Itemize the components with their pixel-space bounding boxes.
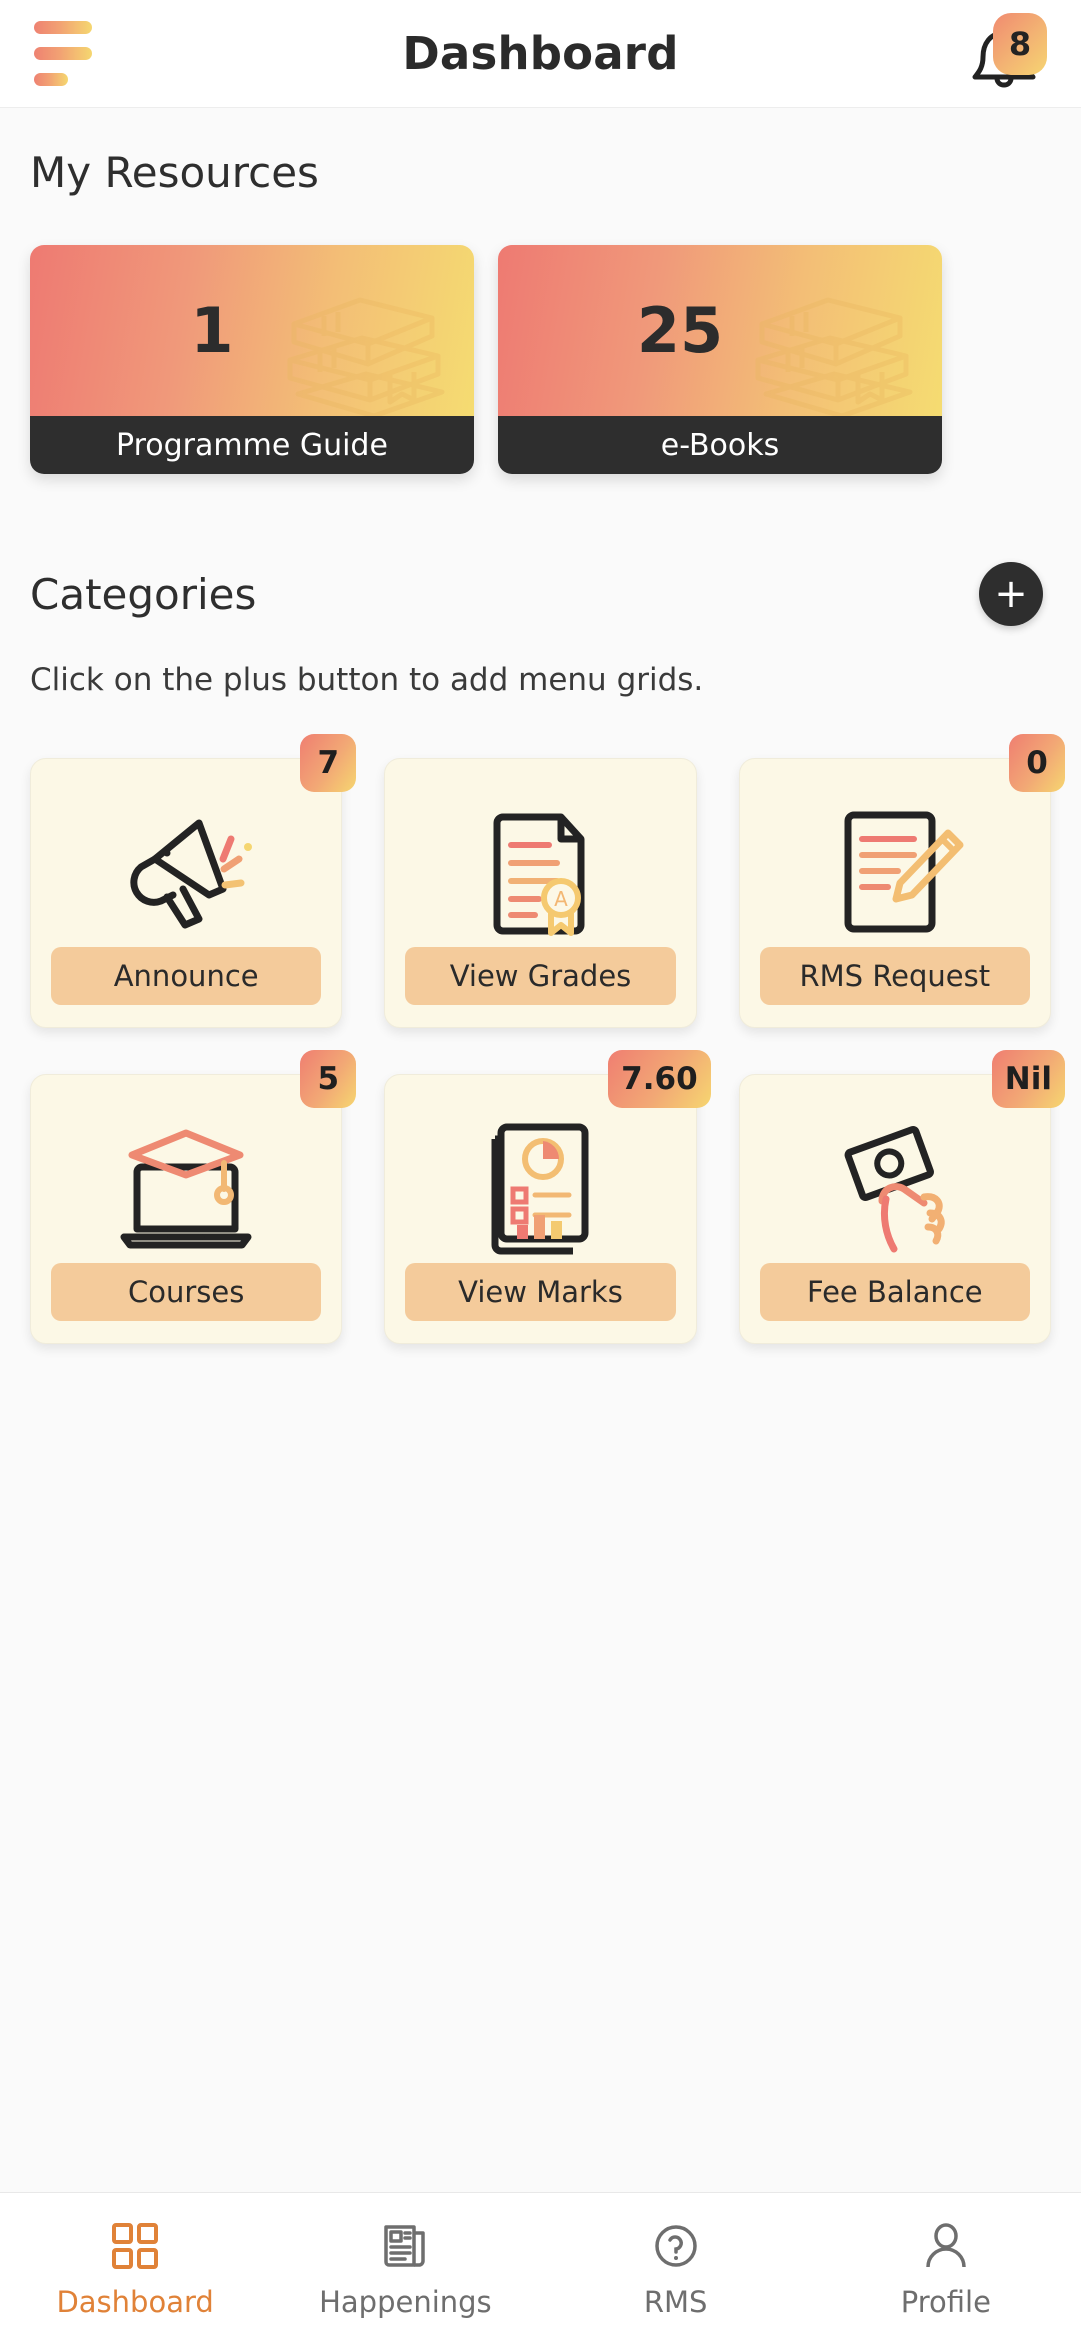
nav-item-dashboard[interactable]: Dashboard bbox=[0, 2219, 270, 2319]
category-tile-label: Announce bbox=[51, 947, 322, 1005]
category-tile-label: View Grades bbox=[405, 947, 676, 1005]
svg-text:A: A bbox=[555, 887, 569, 911]
plus-icon: + bbox=[994, 571, 1028, 617]
category-tile-wrapper: Courses 5 bbox=[30, 1050, 357, 1344]
document-award-icon: A bbox=[465, 797, 615, 947]
nav-label: Dashboard bbox=[56, 2285, 214, 2319]
nav-item-happenings[interactable]: Happenings bbox=[270, 2219, 540, 2319]
category-tile-courses[interactable]: Courses bbox=[30, 1074, 343, 1344]
categories-header: Categories + bbox=[30, 562, 1051, 626]
notifications-button[interactable]: 8 bbox=[961, 11, 1047, 97]
news-icon bbox=[384, 2225, 426, 2267]
category-tile-wrapper: RMS Request 0 bbox=[738, 734, 1065, 1028]
category-tile-view-grades[interactable]: A View Grades bbox=[384, 758, 697, 1028]
nav-item-profile[interactable]: Profile bbox=[811, 2219, 1081, 2319]
category-tile-label: Fee Balance bbox=[759, 1263, 1030, 1321]
category-tile-label: Courses bbox=[51, 1263, 322, 1321]
user-icon bbox=[926, 2223, 966, 2268]
megaphone-icon bbox=[111, 797, 261, 947]
resource-card-list: 1 Programme Guide 25 e-Books bbox=[30, 245, 1051, 474]
category-tile-fee-balance[interactable]: Fee Balance bbox=[738, 1074, 1051, 1344]
category-tile-rms-request[interactable]: RMS Request bbox=[738, 758, 1051, 1028]
category-tile-grid: Announce 7 A View Grades RMS Request 0 C… bbox=[30, 734, 1065, 1344]
resource-count: 25 bbox=[636, 294, 724, 367]
resource-card-label: e-Books bbox=[498, 416, 942, 474]
hamburger-bar bbox=[34, 21, 92, 34]
hamburger-bar bbox=[34, 73, 68, 86]
hamburger-menu-icon[interactable] bbox=[34, 21, 94, 86]
nav-label: Profile bbox=[900, 2285, 991, 2319]
notification-badge: 8 bbox=[993, 12, 1047, 75]
hand-money-icon bbox=[820, 1113, 970, 1263]
category-tile-announce[interactable]: Announce bbox=[30, 758, 343, 1028]
report-chart-icon bbox=[465, 1113, 615, 1263]
my-resources-heading: My Resources bbox=[30, 148, 319, 197]
add-menu-grid-button[interactable]: + bbox=[979, 562, 1043, 626]
categories-subtitle: Click on the plus button to add menu gri… bbox=[30, 662, 704, 698]
hamburger-bar bbox=[34, 47, 92, 60]
category-tile-label: RMS Request bbox=[759, 947, 1030, 1005]
resource-card-body: 1 bbox=[30, 245, 474, 416]
laptop-graduation-icon bbox=[106, 1113, 266, 1263]
resource-count: 1 bbox=[190, 294, 234, 367]
category-tile-view-marks[interactable]: View Marks bbox=[384, 1074, 697, 1344]
category-tile-wrapper: A View Grades bbox=[384, 758, 697, 1028]
nav-label: Happenings bbox=[319, 2285, 492, 2319]
categories-heading: Categories bbox=[30, 569, 257, 619]
app-header: Dashboard 8 bbox=[0, 0, 1081, 108]
books-stack-icon bbox=[755, 297, 913, 416]
category-tile-badge: 0 bbox=[1009, 734, 1065, 792]
category-tile-badge: 5 bbox=[300, 1050, 357, 1108]
question-icon bbox=[654, 2225, 697, 2267]
category-tile-label: View Marks bbox=[405, 1263, 676, 1321]
resource-card-body: 25 bbox=[498, 245, 942, 416]
document-pencil-icon bbox=[820, 797, 970, 947]
category-tile-wrapper: Fee Balance Nil bbox=[738, 1050, 1065, 1344]
bottom-navigation: Dashboard Happenings RMS Profile bbox=[0, 2192, 1081, 2340]
resource-card-label: Programme Guide bbox=[30, 416, 474, 474]
category-tile-badge: 7.60 bbox=[608, 1050, 711, 1108]
page-title: Dashboard bbox=[402, 27, 679, 80]
nav-label: RMS bbox=[643, 2285, 708, 2319]
resource-card[interactable]: 1 Programme Guide bbox=[30, 245, 474, 474]
category-tile-badge: Nil bbox=[991, 1050, 1065, 1108]
category-tile-badge: 7 bbox=[300, 734, 357, 792]
books-stack-icon bbox=[287, 297, 445, 416]
category-tile-wrapper: Announce 7 bbox=[30, 734, 357, 1028]
grid-icon bbox=[112, 2223, 159, 2269]
category-tile-wrapper: View Marks 7.60 bbox=[384, 1050, 711, 1344]
resource-card[interactable]: 25 e-Books bbox=[498, 245, 942, 474]
nav-item-rms[interactable]: RMS bbox=[541, 2219, 811, 2319]
main-content: My Resources 1 Programme Guide 25 e-Book… bbox=[0, 108, 1081, 2192]
